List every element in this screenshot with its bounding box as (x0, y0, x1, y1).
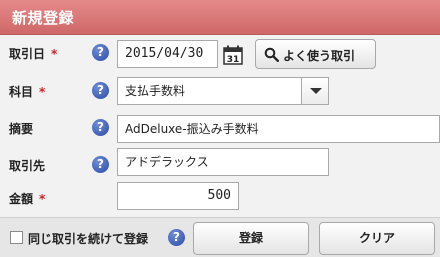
frequent-transactions-button[interactable]: よく使う取引 (255, 39, 376, 69)
date-input[interactable]: 2015/04/30 (117, 40, 218, 68)
calendar-button[interactable]: 31 (220, 41, 246, 69)
account-select-value: 支払手数料 (125, 84, 186, 98)
summary-row: 摘要 ? AdDeluxe-振込み手数料 (0, 110, 440, 148)
search-icon (264, 47, 279, 62)
required-mark: * (39, 85, 46, 99)
summary-input[interactable]: AdDeluxe-振込み手数料 (117, 115, 440, 143)
date-label: 取引日 * (9, 47, 58, 61)
amount-input[interactable]: 500 (117, 182, 239, 210)
help-icon[interactable]: ? (168, 229, 185, 246)
continue-checkbox-label[interactable]: 同じ取引を続けて登録 (28, 230, 148, 247)
required-mark: * (51, 47, 58, 61)
dialog-title: 新規登録 (12, 9, 75, 27)
required-mark: * (39, 192, 46, 206)
clear-button[interactable]: クリア (319, 222, 435, 255)
help-icon[interactable]: ? (92, 44, 109, 61)
amount-row: 金額 * 500 (0, 180, 440, 218)
date-row: 取引日 * ? 2015/04/30 31 よく使う取引 (0, 35, 440, 73)
calendar-icon: 31 (223, 45, 243, 65)
account-row: 科目 * ? 支払手数料 (0, 73, 440, 111)
account-select[interactable]: 支払手数料 (117, 77, 329, 105)
partner-label: 取引先 (9, 159, 46, 173)
calendar-day-text: 31 (227, 55, 240, 65)
new-registration-dialog: 新規登録 取引日* ? 2015/04/30 31 よく使う取引 科目* ? (0, 0, 440, 257)
chevron-down-icon[interactable] (301, 78, 328, 104)
frequent-transactions-label: よく使う取引 (283, 49, 356, 63)
help-icon[interactable]: ? (92, 119, 109, 136)
dialog-footer: 同じ取引を続けて登録 ? 登録 クリア (0, 217, 440, 257)
register-button[interactable]: 登録 (193, 222, 309, 255)
partner-input[interactable]: アドデラックス (117, 148, 329, 176)
dialog-header: 新規登録 (0, 0, 440, 35)
help-icon[interactable]: ? (92, 82, 109, 99)
help-icon[interactable]: ? (92, 156, 109, 173)
continue-checkbox[interactable] (10, 231, 23, 244)
account-label: 科目 * (9, 85, 46, 99)
amount-label: 金額 * (9, 192, 46, 206)
summary-label: 摘要 (9, 122, 34, 136)
